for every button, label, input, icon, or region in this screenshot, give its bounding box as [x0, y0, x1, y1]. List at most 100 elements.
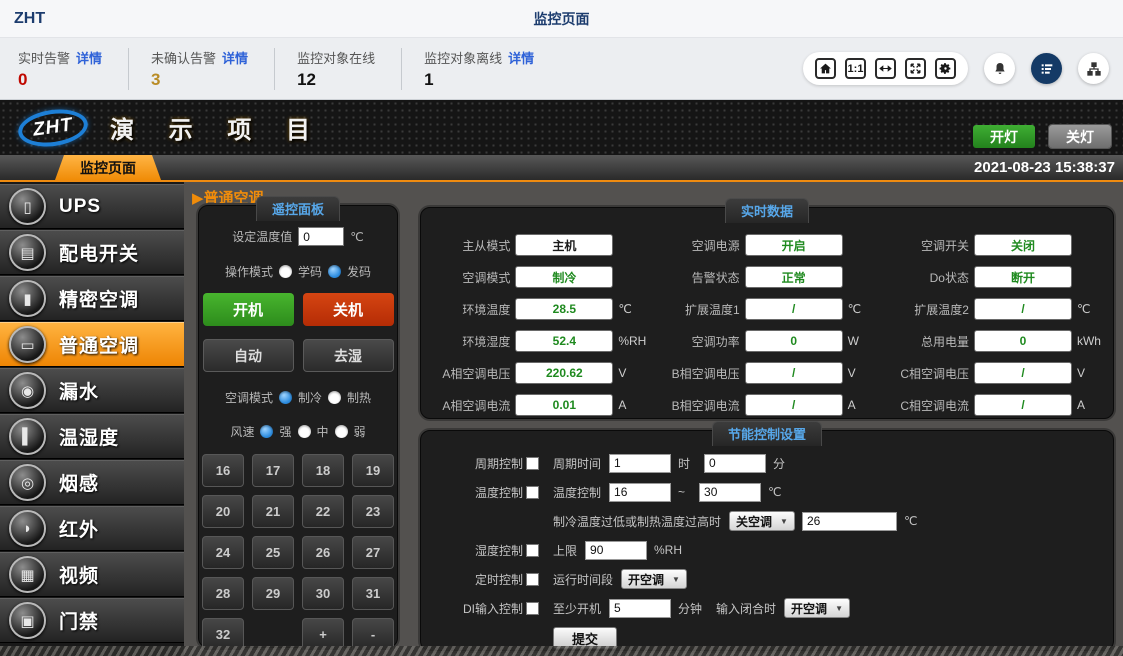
field-voltage-b: B相空调电压/V	[650, 363, 879, 383]
overtemp-value-input[interactable]	[802, 512, 897, 531]
field-value: 0	[746, 331, 842, 351]
auto-mode-button[interactable]: 自动	[203, 339, 294, 372]
selected-option: 开空调	[628, 571, 664, 588]
temp-button-27[interactable]: 27	[352, 536, 394, 569]
temp-button-23[interactable]: 23	[352, 495, 394, 528]
di-action-select[interactable]: 开空调▼	[784, 598, 850, 618]
home-icon[interactable]	[815, 58, 836, 79]
field-label: 空调模式	[421, 269, 510, 286]
temp-button-17[interactable]: 17	[252, 454, 294, 487]
radio-fan-high[interactable]	[260, 425, 273, 438]
fit-width-icon[interactable]	[875, 58, 896, 79]
set-temp-label: 设定温度值	[232, 228, 292, 245]
sidebar-item-ups[interactable]: ▯ UPS	[0, 184, 184, 229]
field-label: 扩展温度2	[880, 301, 969, 318]
sidebar-item-video[interactable]: ▦ 视频	[0, 552, 184, 597]
temp-button-29[interactable]: 29	[252, 577, 294, 610]
humidity-limit-input[interactable]	[585, 541, 647, 560]
light-off-button[interactable]: 关灯	[1049, 125, 1111, 148]
temp-button-16[interactable]: 16	[202, 454, 244, 487]
topology-icon[interactable]	[1078, 53, 1109, 84]
realtime-alarm-detail-link[interactable]: 详情	[76, 51, 102, 66]
radio-send-code[interactable]	[328, 265, 341, 278]
submit-button[interactable]: 提交	[553, 627, 617, 649]
sidebar-item-temp-humidity[interactable]: ▌ 温湿度	[0, 414, 184, 459]
stat-devices-offline: 监控对象离线详情 1	[420, 48, 560, 90]
min-on-input[interactable]	[609, 599, 671, 618]
celsius-unit: ℃	[904, 514, 917, 528]
timer-control-label: 定时控制	[451, 571, 523, 588]
timer-control-checkbox[interactable]	[526, 573, 539, 586]
temp-control-label: 温度控制	[451, 484, 523, 501]
dehumidify-button[interactable]: 去湿	[303, 339, 394, 372]
sidebar-item-label: 漏水	[59, 377, 99, 404]
offline-detail-link[interactable]: 详情	[508, 51, 534, 66]
temp-button-32[interactable]: 32	[202, 618, 244, 651]
sidebar-item-precision-ac[interactable]: ▮ 精密空调	[0, 276, 184, 321]
cycle-control-checkbox[interactable]	[526, 457, 539, 470]
zoom-one-to-one-icon[interactable]: 1:1	[845, 58, 866, 79]
field-master-slave-mode: 主从模式主机	[421, 235, 650, 255]
unconfirmed-alarm-detail-link[interactable]: 详情	[222, 51, 248, 66]
field-unit: W	[848, 334, 880, 348]
light-on-button[interactable]: 开灯	[973, 125, 1035, 148]
temp-button-19[interactable]: 19	[352, 454, 394, 487]
humidity-control-checkbox[interactable]	[526, 544, 539, 557]
field-ambient-humidity: 环境湿度52.4%RH	[421, 331, 650, 351]
radio-fan-medium[interactable]	[298, 425, 311, 438]
di-control-checkbox[interactable]	[526, 602, 539, 615]
device-list-icon[interactable]	[1031, 53, 1062, 84]
set-temp-input[interactable]	[298, 227, 344, 246]
radio-heating[interactable]	[328, 391, 341, 404]
radio-fan-low[interactable]	[335, 425, 348, 438]
field-label: 环境湿度	[421, 333, 510, 350]
cycle-hours-input[interactable]	[609, 454, 671, 473]
sidebar-item-smoke[interactable]: ◎ 烟感	[0, 460, 184, 505]
temp-button-31[interactable]: 31	[352, 577, 394, 610]
sidebar-item-label: 烟感	[59, 469, 99, 496]
cycle-minutes-input[interactable]	[704, 454, 766, 473]
power-on-button[interactable]: 开机	[203, 293, 294, 326]
sidebar-item-power-switch[interactable]: ▤ 配电开关	[0, 230, 184, 275]
field-label: 总用电量	[880, 333, 969, 350]
settings-gear-icon[interactable]	[935, 58, 956, 79]
fit-screen-icon[interactable]	[905, 58, 926, 79]
sidebar-item-infrared[interactable]: ◗ 红外	[0, 506, 184, 551]
temp-button-20[interactable]: 20	[202, 495, 244, 528]
realtime-data-panel: 实时数据 主从模式主机 空调电源开启 空调开关关闭 空调模式制冷 告警状态正常 …	[420, 207, 1114, 419]
temp-min-input[interactable]	[609, 483, 671, 502]
cycle-time-label: 周期时间	[553, 455, 601, 472]
overtemp-action-select[interactable]: 关空调▼	[729, 511, 795, 531]
project-title: 演 示 项 目	[110, 110, 324, 145]
sidebar-item-normal-ac[interactable]: ▭ 普通空调	[0, 322, 184, 367]
temp-control-checkbox[interactable]	[526, 486, 539, 499]
temp-max-input[interactable]	[699, 483, 761, 502]
field-label: A相空调电流	[421, 397, 510, 414]
field-value: 开启	[746, 235, 842, 255]
alarm-bell-icon[interactable]	[984, 53, 1015, 84]
field-value: /	[746, 395, 842, 415]
temp-button-18[interactable]: 18	[302, 454, 344, 487]
temp-button-28[interactable]: 28	[202, 577, 244, 610]
field-value: /	[975, 395, 1071, 415]
sidebar-item-water-leak[interactable]: ◉ 漏水	[0, 368, 184, 413]
temp-button-25[interactable]: 25	[252, 536, 294, 569]
temp-minus-button[interactable]: -	[352, 618, 394, 651]
stat-unconfirmed-alarms: 未确认告警详情 3	[147, 48, 275, 90]
radio-cooling[interactable]	[279, 391, 292, 404]
temp-plus-button[interactable]: +	[302, 618, 344, 651]
field-ext-temp-2: 扩展温度2/℃	[880, 299, 1109, 319]
temp-button-26[interactable]: 26	[302, 536, 344, 569]
power-off-button[interactable]: 关机	[303, 293, 394, 326]
cycle-control-label: 周期控制	[451, 455, 523, 472]
temp-button-22[interactable]: 22	[302, 495, 344, 528]
radio-learn-code[interactable]	[279, 265, 292, 278]
tab-monitor-page[interactable]: 监控页面	[55, 155, 161, 180]
temp-button-30[interactable]: 30	[302, 577, 344, 610]
temp-button-21[interactable]: 21	[252, 495, 294, 528]
timer-action-select[interactable]: 开空调▼	[621, 569, 687, 589]
temp-button-24[interactable]: 24	[202, 536, 244, 569]
temp-control-row: 温度控制 温度控制 ~ ℃	[451, 482, 1113, 502]
sidebar-item-access-control[interactable]: ▣ 门禁	[0, 598, 184, 643]
field-voltage-a: A相空调电压220.62V	[421, 363, 650, 383]
